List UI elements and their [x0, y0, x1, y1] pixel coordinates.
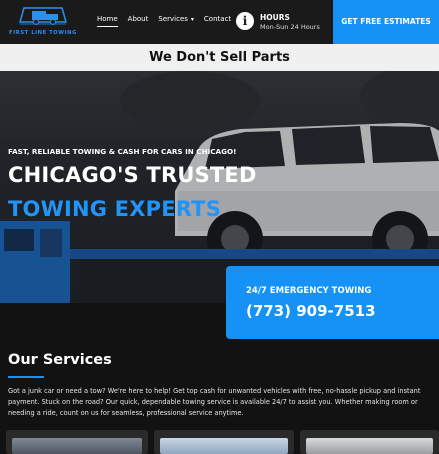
emergency-towing-box: 24/7 EMERGENCY TOWING (773) 909-7513: [226, 266, 439, 339]
hero-heading-line1: CHICAGO'S TRUSTED: [8, 163, 257, 187]
emergency-phone-link[interactable]: (773) 909-7513: [246, 302, 376, 320]
hero-heading-line2: TOWING EXPERTS: [8, 197, 222, 221]
hero-kicker: FAST, RELIABLE TOWING & CASH FOR CARS IN…: [8, 147, 237, 156]
nav-contact[interactable]: Contact: [204, 15, 231, 27]
get-free-estimates-button[interactable]: GET FREE ESTIMATES: [333, 0, 439, 44]
logo[interactable]: FIRST LINE TOWING: [6, 2, 80, 40]
hours-value: Mon-Sun 24 Hours: [260, 23, 320, 31]
hours-title: HOURS: [260, 13, 290, 22]
services-description: Got a junk car or need a tow? We're here…: [8, 387, 421, 418]
service-card-image: [160, 438, 288, 454]
services-title-underline: [8, 376, 44, 378]
service-card[interactable]: [300, 430, 439, 454]
site-header: FIRST LINE TOWING Home About Services ▾ C…: [0, 0, 439, 44]
main-nav: Home About Services ▾ Contact: [97, 15, 231, 27]
banner-text: We Don't Sell Parts: [0, 44, 439, 71]
nav-services-label: Services: [158, 15, 188, 23]
services-title: Our Services: [8, 352, 112, 368]
info-icon: i: [236, 12, 254, 30]
service-card[interactable]: [154, 430, 294, 454]
service-card-image: [12, 438, 142, 454]
nav-services[interactable]: Services ▾: [158, 15, 194, 27]
nav-about[interactable]: About: [128, 15, 149, 27]
nav-home[interactable]: Home: [97, 15, 118, 27]
emergency-title: 24/7 EMERGENCY TOWING: [246, 286, 372, 296]
logo-text: FIRST LINE TOWING: [9, 30, 77, 36]
chevron-down-icon: ▾: [190, 16, 194, 23]
service-card[interactable]: [6, 430, 148, 454]
service-card-image: [306, 438, 433, 454]
